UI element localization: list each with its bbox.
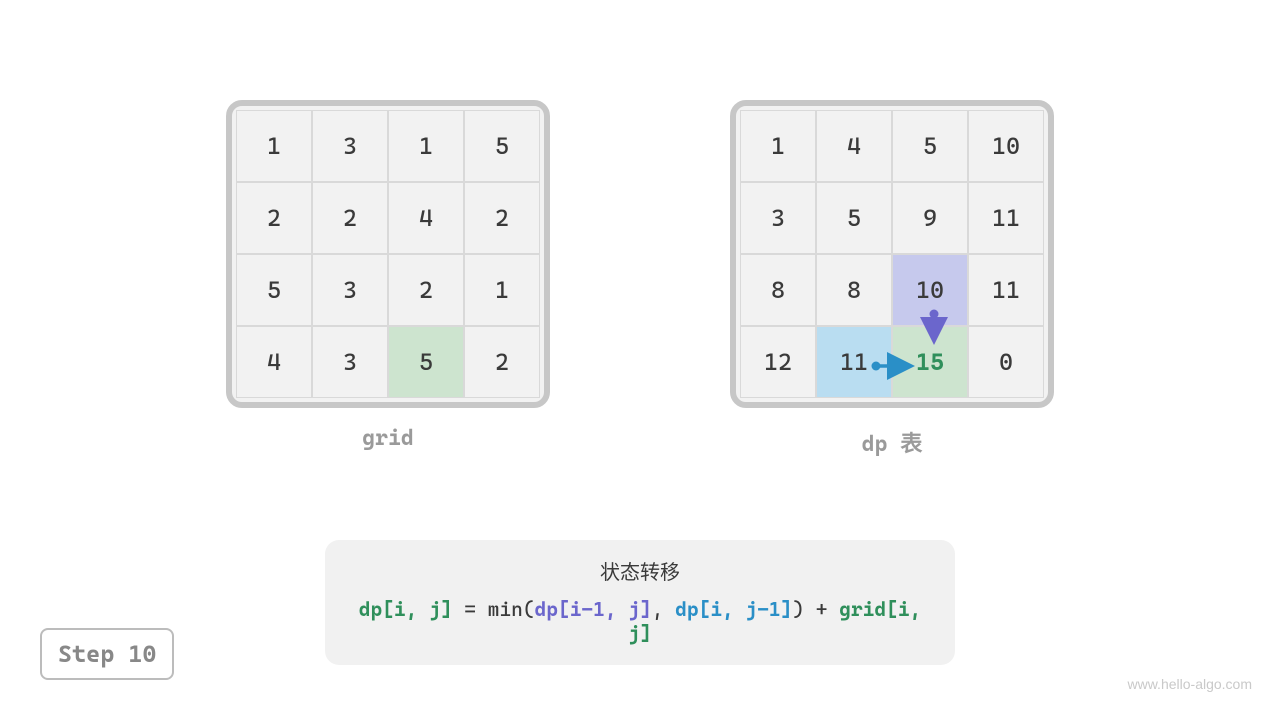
cell-3-3: 2	[464, 326, 540, 398]
dp-frame: 14510359118810111211150	[730, 100, 1054, 408]
formula-expression: dp[i, j] = min(dp[i-1, j], dp[i, j-1]) +…	[349, 597, 931, 645]
cell-2-0: 5	[236, 254, 312, 326]
cell-2-1: 3	[312, 254, 388, 326]
formula-box: 状态转移 dp[i, j] = min(dp[i-1, j], dp[i, j-…	[325, 540, 955, 665]
grid-cells: 1315224253214352	[236, 110, 540, 398]
formula-arg2: dp[i, j-1]	[675, 597, 792, 621]
cell-1-2: 9	[892, 182, 968, 254]
tables-area: 1315224253214352 grid 145103591188101112…	[0, 0, 1280, 458]
cell-0-0: 1	[740, 110, 816, 182]
cell-2-2: 2	[388, 254, 464, 326]
cell-0-2: 1	[388, 110, 464, 182]
dp-label: dp 表	[862, 426, 923, 458]
cell-2-0: 8	[740, 254, 816, 326]
cell-2-3: 1	[464, 254, 540, 326]
cell-3-0: 4	[236, 326, 312, 398]
dp-table-wrap: 14510359118810111211150 dp 表	[730, 100, 1054, 458]
cell-1-0: 3	[740, 182, 816, 254]
cell-2-2: 10	[892, 254, 968, 326]
cell-0-0: 1	[236, 110, 312, 182]
formula-close: ) +	[792, 597, 839, 621]
cell-1-1: 5	[816, 182, 892, 254]
step-badge: Step 10	[40, 628, 174, 680]
cell-3-1: 3	[312, 326, 388, 398]
grid-label: grid	[362, 426, 414, 451]
cell-3-1: 11	[816, 326, 892, 398]
cell-1-3: 11	[968, 182, 1044, 254]
cell-1-3: 2	[464, 182, 540, 254]
cell-3-2: 15	[892, 326, 968, 398]
cell-0-3: 5	[464, 110, 540, 182]
watermark: www.hello-algo.com	[1128, 676, 1253, 692]
cell-2-3: 11	[968, 254, 1044, 326]
cell-3-0: 12	[740, 326, 816, 398]
cell-0-1: 4	[816, 110, 892, 182]
cell-2-1: 8	[816, 254, 892, 326]
cell-1-0: 2	[236, 182, 312, 254]
dp-cells: 14510359118810111211150	[740, 110, 1044, 398]
formula-eq: = min(	[453, 597, 535, 621]
cell-1-1: 2	[312, 182, 388, 254]
cell-0-2: 5	[892, 110, 968, 182]
formula-lhs: dp[i, j]	[359, 597, 453, 621]
cell-1-2: 4	[388, 182, 464, 254]
formula-sep1: ,	[652, 597, 675, 621]
cell-0-1: 3	[312, 110, 388, 182]
formula-title: 状态转移	[349, 556, 931, 585]
formula-arg1: dp[i-1, j]	[535, 597, 652, 621]
cell-3-3: 0	[968, 326, 1044, 398]
grid-table-wrap: 1315224253214352 grid	[226, 100, 550, 458]
grid-frame: 1315224253214352	[226, 100, 550, 408]
cell-0-3: 10	[968, 110, 1044, 182]
cell-3-2: 5	[388, 326, 464, 398]
